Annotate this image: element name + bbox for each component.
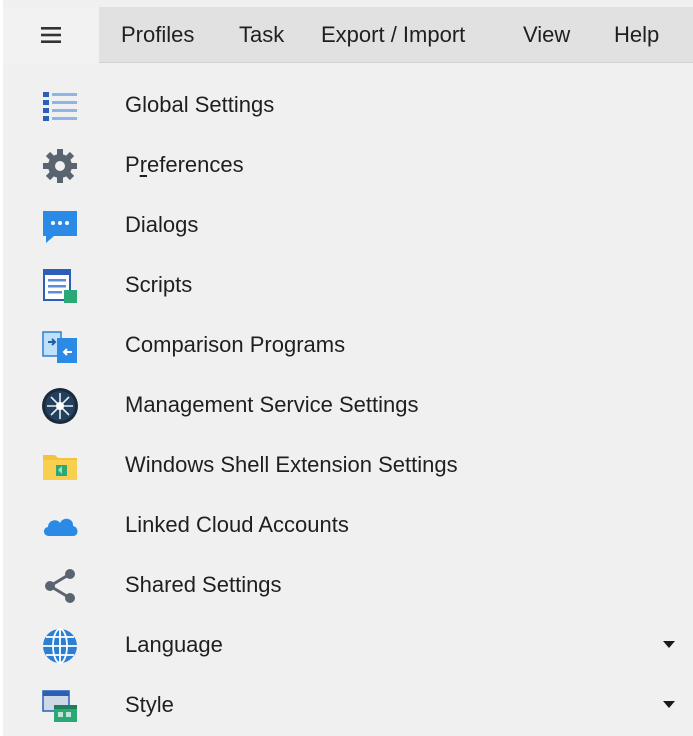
menu-item-management-service-settings[interactable]: Management Service Settings [3,375,693,435]
style-icon [37,688,83,724]
menu-item-language[interactable]: Language [3,615,693,675]
menu-item-global-settings[interactable]: Global Settings [3,75,693,135]
menu-item-preferences[interactable]: Preferences [3,135,693,195]
cloud-icon [37,508,83,544]
menu-item-label: Dialogs [125,212,199,237]
menu-item-style[interactable]: Style [3,675,693,735]
menu-task[interactable]: Task [239,7,284,63]
menu-item-label: Management Service Settings [125,392,419,417]
menu-item-label: Style [125,692,174,717]
folder-icon [37,448,83,484]
service-icon [37,388,83,424]
menu-item-dialogs[interactable]: Dialogs [3,195,693,255]
menu-item-label: Comparison Programs [125,332,346,357]
menu-profiles[interactable]: Profiles [121,7,194,63]
submenu-arrow-icon [663,641,675,648]
menu-export-import[interactable]: Export / Import [321,7,465,63]
menu-view[interactable]: View [523,7,570,63]
menu-item-label: Scripts [125,272,193,297]
menu-item-comparison-programs[interactable]: Comparison Programs [3,315,693,375]
app-window: Profiles Task Export / Import View Help [3,0,693,736]
script-icon [37,268,83,304]
menu-item-label: Windows Shell Extension Settings [125,452,458,477]
menu-item-windows-shell-extension-settings[interactable]: Windows Shell Extension Settings [3,435,693,495]
gear-icon [37,148,83,184]
menu-item-scripts[interactable]: Scripts [3,255,693,315]
menu-item-linked-cloud-accounts[interactable]: Linked Cloud Accounts [3,495,693,555]
menu-item-label: Linked Cloud Accounts [125,512,349,537]
hamburger-menu-button[interactable] [3,7,99,63]
submenu-arrow-icon [663,701,675,708]
menu-bar: Profiles Task Export / Import View Help [3,7,693,63]
chat-bubble-icon [37,208,83,244]
menu-item-label: Global Settings [125,92,275,117]
menu-item-shared-settings[interactable]: Shared Settings [3,555,693,615]
menu-help[interactable]: Help [614,7,659,63]
menu-item-label: Shared Settings [125,572,282,597]
hamburger-icon [41,27,61,43]
menu-item-label: Preferences [125,152,244,177]
menu-item-label: Language [125,632,223,657]
compare-icon [37,328,83,364]
share-icon [37,568,83,604]
list-icon [37,88,83,124]
globe-icon [37,628,83,664]
